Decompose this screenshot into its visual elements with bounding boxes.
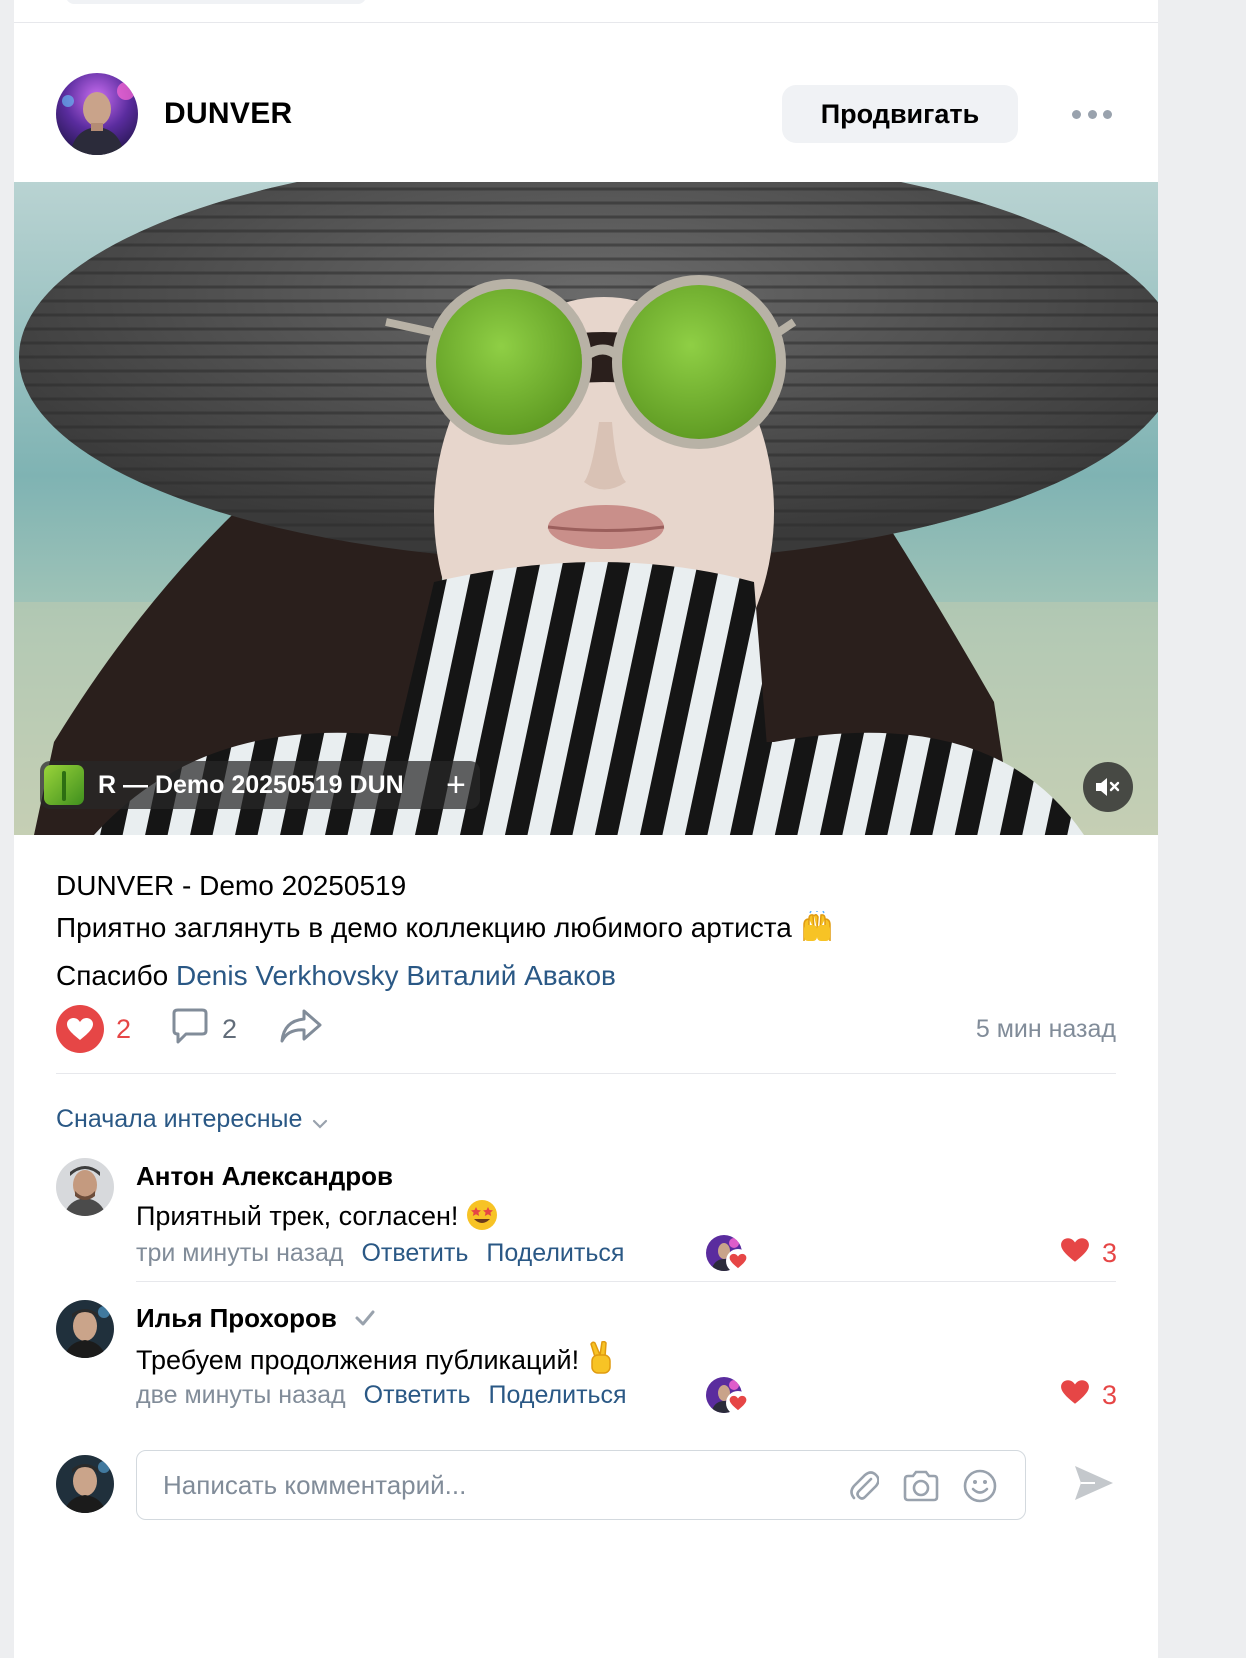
comment-text-content: Приятный трек, согласен! <box>136 1201 459 1231</box>
current-user-avatar[interactable] <box>56 1455 114 1513</box>
actions-divider <box>56 1073 1116 1074</box>
smile-icon[interactable] <box>961 1467 999 1505</box>
post-actions: 2 2 5 мин назад <box>56 1005 1116 1055</box>
comment-composer <box>136 1450 1026 1520</box>
comment-author-name[interactable]: Антон Александров <box>136 1161 393 1192</box>
share-link[interactable]: Поделиться <box>486 1239 624 1268</box>
post-body-line: Приятно заглянуть в демо коллекцию любим… <box>56 907 1116 955</box>
post-timestamp[interactable]: 5 мин назад <box>976 1015 1116 1044</box>
comment-count: 2 <box>222 1013 238 1044</box>
heart-icon <box>1060 1379 1090 1412</box>
post-thanks-line: Спасибо Denis Verkhovsky Виталий Аваков <box>56 955 1116 997</box>
share-link[interactable]: Поделиться <box>489 1381 627 1410</box>
thanks-text: Спасибо <box>56 960 176 991</box>
victory-hand-emoji-icon <box>587 1340 615 1382</box>
more-options-icon[interactable] <box>1072 101 1112 127</box>
post-text: DUNVER - Demo 20250519 Приятно заглянуть… <box>56 865 1116 997</box>
comment-like-button[interactable]: 3 <box>1060 1379 1117 1412</box>
comment-author-name-text: Илья Прохоров <box>136 1303 337 1333</box>
mention-link-1[interactable]: Denis Verkhovsky <box>176 960 399 991</box>
post-title-line: DUNVER - Demo 20250519 <box>56 870 407 901</box>
comment-text: Требуем продолжения публикаций! <box>136 1340 615 1382</box>
post-author-name[interactable]: DUNVER <box>164 97 292 131</box>
comment-like-button[interactable]: 3 <box>1060 1237 1117 1270</box>
chevron-down-icon <box>312 1107 328 1136</box>
comment-like-count: 3 <box>1102 1380 1118 1410</box>
audio-attachment[interactable]: R — Demo 20250519 DUN + <box>40 761 480 809</box>
star-struck-emoji-icon <box>466 1199 498 1238</box>
reaction-heart-icon <box>726 1391 750 1415</box>
comment-meta: две минуты назад Ответить Поделиться <box>136 1381 627 1410</box>
previous-post-edge <box>14 0 1158 23</box>
comment-meta: три минуты назад Ответить Поделиться <box>136 1239 624 1268</box>
like-count: 2 <box>116 1013 132 1044</box>
track-cover <box>44 765 84 805</box>
raising-hands-emoji-icon <box>800 910 834 955</box>
post-card: DUNVER Продвигать R — Demo 20250519 DUN … <box>14 23 1158 1658</box>
heart-icon <box>56 1005 104 1053</box>
share-button[interactable] <box>278 1005 324 1053</box>
author-avatar[interactable] <box>56 73 138 155</box>
comment-button[interactable]: 2 <box>170 1005 237 1053</box>
comment-author-avatar[interactable] <box>56 1300 114 1358</box>
comment-author-name[interactable]: Илья Прохоров <box>136 1303 376 1334</box>
comment-timestamp[interactable]: две минуты назад <box>136 1381 346 1410</box>
reaction-heart-icon <box>726 1249 750 1273</box>
mention-link-2[interactable]: Виталий Аваков <box>406 960 616 991</box>
post-body-text: Приятно заглянуть в демо коллекцию любим… <box>56 912 792 943</box>
comment-timestamp[interactable]: три минуты назад <box>136 1239 343 1268</box>
promote-button[interactable]: Продвигать <box>782 85 1018 143</box>
comment-reactors[interactable] <box>706 1377 750 1417</box>
comment-author-avatar[interactable] <box>56 1158 114 1216</box>
comment-text-content: Требуем продолжения публикаций! <box>136 1345 580 1375</box>
comments-sort-label: Сначала интересные <box>56 1105 303 1133</box>
audio-track-title[interactable]: R — Demo 20250519 DUN <box>98 771 438 800</box>
comment-divider <box>136 1281 1116 1282</box>
paperclip-icon[interactable] <box>845 1467 883 1505</box>
like-button[interactable]: 2 <box>56 1005 131 1053</box>
previous-post-pill <box>66 0 366 4</box>
reply-link[interactable]: Ответить <box>361 1239 468 1268</box>
add-audio-icon[interactable]: + <box>446 768 466 802</box>
reply-link[interactable]: Ответить <box>364 1381 471 1410</box>
comment-text: Приятный трек, согласен! <box>136 1199 498 1238</box>
comment-like-count: 3 <box>1102 1238 1118 1268</box>
share-arrow-icon <box>278 1007 324 1052</box>
comment-bubble-icon <box>170 1007 210 1052</box>
volume-muted-icon[interactable] <box>1083 762 1133 812</box>
verified-check-icon <box>354 1303 376 1334</box>
page-background-rail <box>1158 0 1246 1658</box>
comment-input[interactable] <box>163 1467 843 1503</box>
comments-sort-dropdown[interactable]: Сначала интересные <box>56 1103 328 1136</box>
heart-icon <box>1060 1237 1090 1270</box>
send-icon[interactable] <box>1072 1461 1116 1505</box>
post-image[interactable]: R — Demo 20250519 DUN + <box>14 182 1158 835</box>
camera-icon[interactable] <box>902 1467 940 1505</box>
comment-reactors[interactable] <box>706 1235 750 1275</box>
